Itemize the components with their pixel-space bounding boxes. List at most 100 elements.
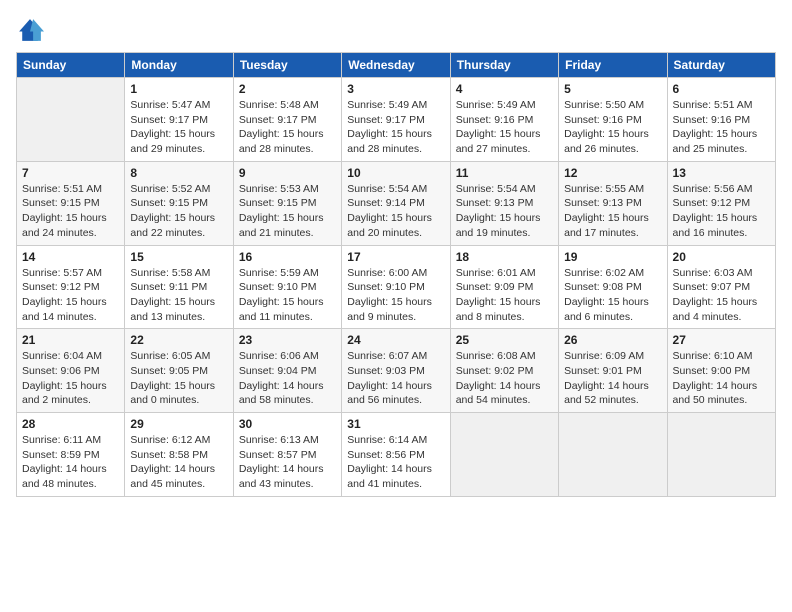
day-info: Sunrise: 5:59 AMSunset: 9:10 PMDaylight:… [239, 267, 324, 323]
calendar-cell: 25 Sunrise: 6:08 AMSunset: 9:02 PMDaylig… [450, 329, 558, 413]
calendar-cell: 8 Sunrise: 5:52 AMSunset: 9:15 PMDayligh… [125, 161, 233, 245]
day-number: 31 [347, 417, 444, 431]
calendar-cell: 2 Sunrise: 5:48 AMSunset: 9:17 PMDayligh… [233, 78, 341, 162]
day-info: Sunrise: 6:03 AMSunset: 9:07 PMDaylight:… [673, 267, 758, 323]
day-number: 28 [22, 417, 119, 431]
day-number: 17 [347, 250, 444, 264]
day-info: Sunrise: 6:01 AMSunset: 9:09 PMDaylight:… [456, 267, 541, 323]
day-number: 25 [456, 333, 553, 347]
calendar-cell [450, 413, 558, 497]
day-number: 13 [673, 166, 770, 180]
calendar-cell: 16 Sunrise: 5:59 AMSunset: 9:10 PMDaylig… [233, 245, 341, 329]
header-day: Monday [125, 53, 233, 78]
day-info: Sunrise: 6:11 AMSunset: 8:59 PMDaylight:… [22, 434, 107, 490]
day-number: 22 [130, 333, 227, 347]
day-number: 15 [130, 250, 227, 264]
day-info: Sunrise: 5:58 AMSunset: 9:11 PMDaylight:… [130, 267, 215, 323]
calendar-cell: 6 Sunrise: 5:51 AMSunset: 9:16 PMDayligh… [667, 78, 775, 162]
day-number: 29 [130, 417, 227, 431]
calendar-week-row: 21 Sunrise: 6:04 AMSunset: 9:06 PMDaylig… [17, 329, 776, 413]
day-info: Sunrise: 5:54 AMSunset: 9:13 PMDaylight:… [456, 183, 541, 239]
calendar-cell: 27 Sunrise: 6:10 AMSunset: 9:00 PMDaylig… [667, 329, 775, 413]
day-info: Sunrise: 6:08 AMSunset: 9:02 PMDaylight:… [456, 350, 541, 406]
day-number: 16 [239, 250, 336, 264]
header-day: Saturday [667, 53, 775, 78]
calendar-cell [667, 413, 775, 497]
day-info: Sunrise: 6:09 AMSunset: 9:01 PMDaylight:… [564, 350, 649, 406]
day-info: Sunrise: 5:54 AMSunset: 9:14 PMDaylight:… [347, 183, 432, 239]
day-info: Sunrise: 5:49 AMSunset: 9:16 PMDaylight:… [456, 99, 541, 155]
day-info: Sunrise: 5:53 AMSunset: 9:15 PMDaylight:… [239, 183, 324, 239]
calendar-cell: 30 Sunrise: 6:13 AMSunset: 8:57 PMDaylig… [233, 413, 341, 497]
day-number: 19 [564, 250, 661, 264]
calendar-cell: 26 Sunrise: 6:09 AMSunset: 9:01 PMDaylig… [559, 329, 667, 413]
day-number: 14 [22, 250, 119, 264]
day-info: Sunrise: 5:50 AMSunset: 9:16 PMDaylight:… [564, 99, 649, 155]
calendar-cell: 14 Sunrise: 5:57 AMSunset: 9:12 PMDaylig… [17, 245, 125, 329]
calendar-cell: 31 Sunrise: 6:14 AMSunset: 8:56 PMDaylig… [342, 413, 450, 497]
day-info: Sunrise: 5:52 AMSunset: 9:15 PMDaylight:… [130, 183, 215, 239]
calendar-week-row: 7 Sunrise: 5:51 AMSunset: 9:15 PMDayligh… [17, 161, 776, 245]
calendar-cell [17, 78, 125, 162]
day-info: Sunrise: 5:57 AMSunset: 9:12 PMDaylight:… [22, 267, 107, 323]
day-number: 11 [456, 166, 553, 180]
day-number: 8 [130, 166, 227, 180]
day-number: 2 [239, 82, 336, 96]
calendar-week-row: 1 Sunrise: 5:47 AMSunset: 9:17 PMDayligh… [17, 78, 776, 162]
calendar-cell [559, 413, 667, 497]
header-day: Wednesday [342, 53, 450, 78]
calendar-cell: 22 Sunrise: 6:05 AMSunset: 9:05 PMDaylig… [125, 329, 233, 413]
calendar-cell: 21 Sunrise: 6:04 AMSunset: 9:06 PMDaylig… [17, 329, 125, 413]
day-number: 20 [673, 250, 770, 264]
calendar-week-row: 28 Sunrise: 6:11 AMSunset: 8:59 PMDaylig… [17, 413, 776, 497]
calendar-cell: 17 Sunrise: 6:00 AMSunset: 9:10 PMDaylig… [342, 245, 450, 329]
day-number: 3 [347, 82, 444, 96]
day-info: Sunrise: 5:47 AMSunset: 9:17 PMDaylight:… [130, 99, 215, 155]
calendar-cell: 9 Sunrise: 5:53 AMSunset: 9:15 PMDayligh… [233, 161, 341, 245]
day-number: 1 [130, 82, 227, 96]
calendar-cell: 18 Sunrise: 6:01 AMSunset: 9:09 PMDaylig… [450, 245, 558, 329]
calendar-cell: 1 Sunrise: 5:47 AMSunset: 9:17 PMDayligh… [125, 78, 233, 162]
day-info: Sunrise: 6:07 AMSunset: 9:03 PMDaylight:… [347, 350, 432, 406]
day-info: Sunrise: 5:51 AMSunset: 9:16 PMDaylight:… [673, 99, 758, 155]
calendar-cell: 10 Sunrise: 5:54 AMSunset: 9:14 PMDaylig… [342, 161, 450, 245]
day-info: Sunrise: 5:56 AMSunset: 9:12 PMDaylight:… [673, 183, 758, 239]
day-info: Sunrise: 6:02 AMSunset: 9:08 PMDaylight:… [564, 267, 649, 323]
day-info: Sunrise: 5:51 AMSunset: 9:15 PMDaylight:… [22, 183, 107, 239]
header-day: Thursday [450, 53, 558, 78]
day-number: 5 [564, 82, 661, 96]
day-number: 23 [239, 333, 336, 347]
calendar-cell: 23 Sunrise: 6:06 AMSunset: 9:04 PMDaylig… [233, 329, 341, 413]
calendar-cell: 28 Sunrise: 6:11 AMSunset: 8:59 PMDaylig… [17, 413, 125, 497]
calendar-cell: 24 Sunrise: 6:07 AMSunset: 9:03 PMDaylig… [342, 329, 450, 413]
day-number: 30 [239, 417, 336, 431]
day-number: 27 [673, 333, 770, 347]
calendar-cell: 3 Sunrise: 5:49 AMSunset: 9:17 PMDayligh… [342, 78, 450, 162]
header-day: Sunday [17, 53, 125, 78]
day-info: Sunrise: 5:55 AMSunset: 9:13 PMDaylight:… [564, 183, 649, 239]
logo [16, 16, 48, 44]
day-number: 9 [239, 166, 336, 180]
day-number: 18 [456, 250, 553, 264]
day-info: Sunrise: 6:10 AMSunset: 9:00 PMDaylight:… [673, 350, 758, 406]
day-number: 10 [347, 166, 444, 180]
calendar-cell: 19 Sunrise: 6:02 AMSunset: 9:08 PMDaylig… [559, 245, 667, 329]
day-info: Sunrise: 5:48 AMSunset: 9:17 PMDaylight:… [239, 99, 324, 155]
calendar-cell: 4 Sunrise: 5:49 AMSunset: 9:16 PMDayligh… [450, 78, 558, 162]
calendar-cell: 7 Sunrise: 5:51 AMSunset: 9:15 PMDayligh… [17, 161, 125, 245]
day-info: Sunrise: 6:06 AMSunset: 9:04 PMDaylight:… [239, 350, 324, 406]
calendar-cell: 11 Sunrise: 5:54 AMSunset: 9:13 PMDaylig… [450, 161, 558, 245]
calendar-table: SundayMondayTuesdayWednesdayThursdayFrid… [16, 52, 776, 497]
header-day: Friday [559, 53, 667, 78]
day-number: 26 [564, 333, 661, 347]
day-number: 21 [22, 333, 119, 347]
day-number: 12 [564, 166, 661, 180]
day-number: 24 [347, 333, 444, 347]
calendar-cell: 15 Sunrise: 5:58 AMSunset: 9:11 PMDaylig… [125, 245, 233, 329]
page-header [16, 16, 776, 44]
calendar-cell: 20 Sunrise: 6:03 AMSunset: 9:07 PMDaylig… [667, 245, 775, 329]
calendar-cell: 29 Sunrise: 6:12 AMSunset: 8:58 PMDaylig… [125, 413, 233, 497]
calendar-cell: 13 Sunrise: 5:56 AMSunset: 9:12 PMDaylig… [667, 161, 775, 245]
day-info: Sunrise: 6:04 AMSunset: 9:06 PMDaylight:… [22, 350, 107, 406]
day-number: 6 [673, 82, 770, 96]
